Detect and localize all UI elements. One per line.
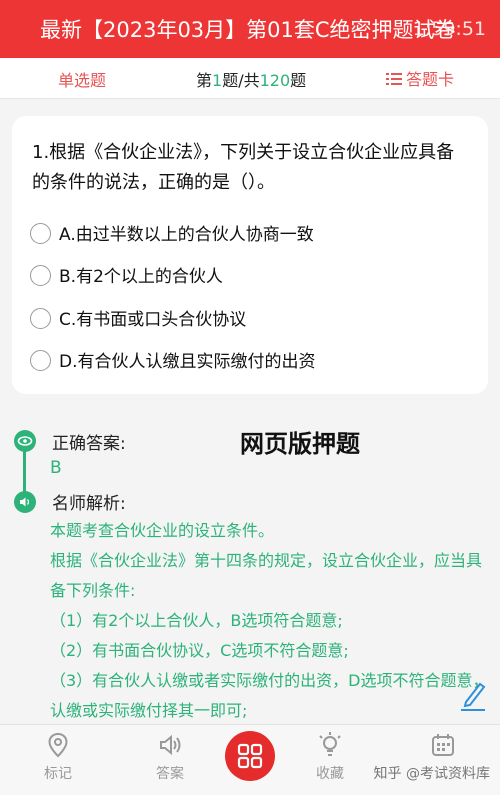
- lightbulb-icon: [319, 732, 341, 756]
- tab-favorite[interactable]: 收藏: [300, 731, 360, 783]
- top-bar: 最新【2023年03月】第01套C绝密押题试卷 1:59:51: [0, 0, 500, 58]
- answer-card-label: 答题卡: [405, 70, 454, 89]
- tab-calendar[interactable]: [413, 731, 473, 763]
- speaker-icon[interactable]: [14, 491, 36, 513]
- eye-icon: [14, 430, 36, 452]
- option-d-label: D.有合伙人认缴且实际缴付的出资: [59, 352, 316, 372]
- explanation-text: 本题考查合伙企业的设立条件。 根据《合伙企业法》第十四条的规定，设立合伙企业，应…: [50, 516, 490, 726]
- radio-icon[interactable]: [30, 223, 51, 244]
- radio-icon[interactable]: [30, 265, 51, 286]
- option-a[interactable]: A.由过半数以上的合伙人协商一致: [30, 218, 470, 248]
- center-menu-button[interactable]: [225, 731, 275, 781]
- explanation-label: 名师解析:: [52, 494, 126, 514]
- countdown-timer: 1:59:51: [412, 18, 486, 40]
- current-question-number: 1: [212, 71, 223, 90]
- calendar-icon: [432, 734, 454, 756]
- tab-answer[interactable]: 答案: [140, 731, 200, 783]
- explanation-line: 根据《合伙企业法》第十四条的规定，设立合伙企业，应当具备下列条件:: [50, 551, 483, 600]
- bottom-bar: 标记 答案 收藏 知乎 @考试资料库: [0, 724, 500, 795]
- correct-answer-value: B: [50, 458, 62, 478]
- list-icon: [385, 73, 402, 85]
- tab-favorite-label: 收藏: [316, 766, 344, 782]
- question-progress: 第1题/共120题: [196, 67, 306, 91]
- source-watermark: 知乎 @考试资料库: [373, 766, 490, 782]
- explanation-line: （1）有2个以上合伙人，B选项符合题意;: [50, 611, 343, 630]
- question-text: 1.根据《合伙企业法》，下列关于设立合伙企业应具备的条件的说法，正确的是（）。: [32, 142, 455, 193]
- progress-suffix: 题: [290, 71, 307, 90]
- progress-mid: 题/共: [222, 71, 260, 90]
- exam-title: 最新【2023年03月】第01套C绝密押题试卷: [40, 18, 456, 42]
- question-card: 1.根据《合伙企业法》，下列关于设立合伙企业应具备的条件的说法，正确的是（）。 …: [12, 116, 488, 394]
- option-b-label: B.有2个以上的合伙人: [59, 267, 223, 287]
- grid-icon: [237, 743, 263, 769]
- answer-card-button[interactable]: 答题卡: [385, 66, 454, 90]
- speaker-icon: [160, 734, 181, 756]
- explanation-line: 本题考查合伙企业的设立条件。: [50, 521, 275, 540]
- explanation-line: （2）有书面合伙协议，C选项不符合题意;: [50, 641, 349, 660]
- total-question-number: 120: [259, 71, 291, 90]
- sub-bar: 单选题 第1题/共120题 答题卡: [0, 58, 500, 99]
- radio-icon[interactable]: [30, 350, 51, 371]
- option-d[interactable]: D.有合伙人认缴且实际缴付的出资: [30, 345, 470, 375]
- tab-mark-label: 标记: [44, 766, 72, 782]
- explanation-line: （3）有合伙人认缴或者实际缴付的出资，D选项不符合题意，认缴或实际缴付择其一即可…: [50, 671, 489, 720]
- location-pin-icon: [48, 732, 68, 758]
- watermark-text: 网页版押题: [240, 430, 360, 458]
- option-a-label: A.由过半数以上的合伙人协商一致: [59, 225, 314, 245]
- option-c[interactable]: C.有书面或口头合伙协议: [30, 303, 470, 333]
- edit-icon[interactable]: [458, 676, 488, 712]
- tab-mark[interactable]: 标记: [28, 731, 88, 783]
- correct-answer-label: 正确答案:: [52, 434, 126, 454]
- tab-answer-label: 答案: [156, 766, 184, 782]
- option-b[interactable]: B.有2个以上的合伙人: [30, 260, 470, 290]
- progress-prefix: 第: [196, 71, 213, 90]
- option-c-label: C.有书面或口头合伙协议: [59, 310, 247, 330]
- radio-icon[interactable]: [30, 308, 51, 329]
- question-type-button[interactable]: 单选题: [58, 67, 106, 91]
